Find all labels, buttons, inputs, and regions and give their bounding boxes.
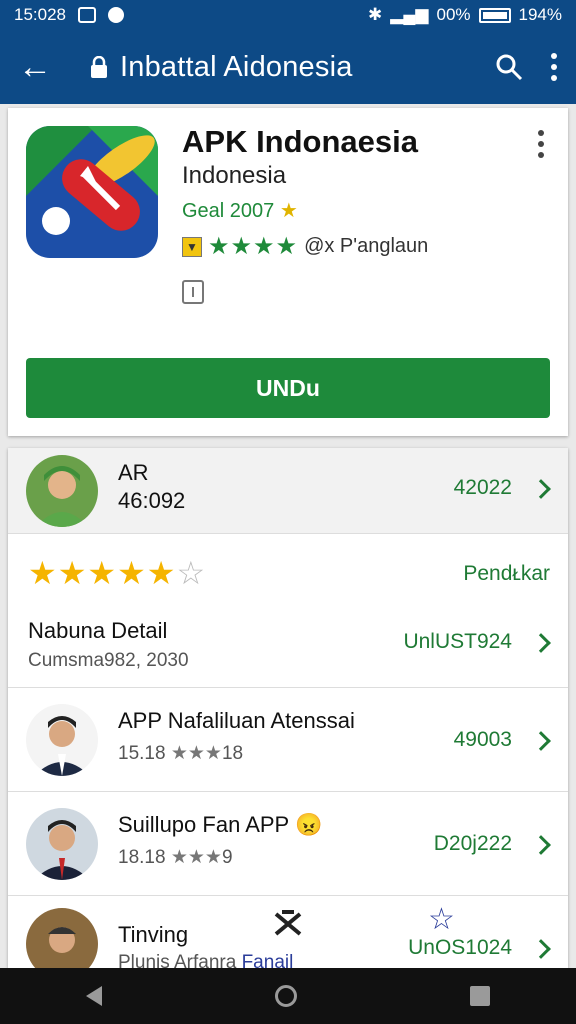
card-overflow-icon[interactable] bbox=[538, 130, 544, 158]
item-subtitle: Plunis Arfanra Fanail bbox=[118, 952, 294, 968]
item-subtitle: 15.18 ★★★18 bbox=[118, 743, 244, 764]
battery-text: 00% bbox=[436, 5, 471, 24]
chevron-right-icon bbox=[531, 479, 551, 499]
install-button[interactable]: UNDu bbox=[26, 358, 550, 418]
rating-title: Nabuna Detail bbox=[28, 618, 168, 643]
sync-icon bbox=[108, 7, 124, 23]
list-item[interactable]: Suillupo Fan APP 😠 18.18 ★★★9 D20j222 bbox=[8, 792, 568, 896]
item-value: D20j222 bbox=[433, 832, 512, 855]
system-nav-bar bbox=[0, 968, 576, 1024]
header-subtitle: 46:092 bbox=[118, 488, 186, 513]
nav-home-icon[interactable] bbox=[274, 985, 297, 1007]
search-icon[interactable] bbox=[494, 52, 524, 82]
nav-recents-icon[interactable] bbox=[469, 986, 490, 1006]
status-bar: 15:028 ✱ ▂▄▆ 00% 194% bbox=[0, 0, 576, 30]
back-arrow-icon[interactable]: ← bbox=[18, 50, 62, 84]
avatar bbox=[26, 808, 98, 880]
chevron-right-icon bbox=[531, 731, 551, 751]
item-title: Tinving bbox=[118, 922, 189, 947]
list-item[interactable]: Tinving ☆ Plunis Arfanra Fanail UnOS1024 bbox=[8, 896, 568, 968]
lock-icon bbox=[91, 56, 107, 78]
list-item[interactable]: APP Nafaliluan Atenssai 15.18 ★★★18 4900… bbox=[8, 688, 568, 792]
item-title: Suillupo Fan APP 😠 bbox=[118, 812, 323, 837]
rating-right-label: Pendᴌkar bbox=[463, 562, 550, 585]
chevron-right-icon bbox=[531, 939, 551, 959]
app-developer[interactable]: Indonesia bbox=[182, 162, 286, 190]
item-subtitle: 18.18 ★★★9 bbox=[118, 847, 233, 868]
rating-stars-large: ★★★★★☆ bbox=[28, 555, 207, 591]
bluetooth-icon: ✱ bbox=[368, 5, 383, 24]
brand-logo-icon bbox=[274, 910, 302, 936]
nav-back-icon[interactable] bbox=[86, 986, 103, 1006]
star-outline-icon: ☆ bbox=[428, 903, 455, 936]
star-badge-icon: ★ bbox=[279, 200, 298, 222]
rating-label: @x P'anglaun bbox=[304, 235, 429, 257]
app-rating: ▼ ★★★★ @x P'anglaun bbox=[182, 232, 428, 261]
item-value: UnOS1024 bbox=[408, 936, 512, 959]
rating-subtitle: Cumsma982, 2030 bbox=[28, 650, 189, 671]
avatar bbox=[26, 455, 98, 527]
message-icon bbox=[78, 7, 96, 23]
rating-value: UnlUST924 bbox=[403, 630, 512, 653]
battery-icon bbox=[478, 7, 511, 23]
chevron-right-icon bbox=[531, 835, 551, 855]
app-tag-text: Geal 2007 bbox=[182, 200, 275, 222]
app-logo-icon bbox=[26, 126, 158, 258]
battery-level: 194% bbox=[518, 5, 562, 24]
emoji-icon: 😠 bbox=[294, 812, 323, 837]
header-title: AR bbox=[118, 460, 149, 485]
chevron-right-icon bbox=[531, 633, 551, 653]
app-bar: ← Inbattal Aidonesia bbox=[0, 30, 576, 104]
app-name: APK Indonaesia bbox=[182, 124, 418, 159]
details-list: AR 46:092 42022 ★★★★★☆ Pendᴌkar Nabuna D… bbox=[8, 448, 568, 968]
overflow-menu-icon[interactable] bbox=[550, 53, 558, 81]
item-title: APP Nafaliluan Atenssai bbox=[118, 708, 355, 733]
avatar bbox=[26, 908, 98, 968]
content-rating-icon: ▼ bbox=[182, 236, 202, 257]
header-value: 42022 bbox=[453, 476, 512, 499]
app-header-card: APK Indonaesia Indonesia Geal 2007 ★ ▼ ★… bbox=[8, 108, 568, 436]
rating-stars: ★★★★ bbox=[208, 233, 299, 260]
item-value: 49003 bbox=[453, 728, 512, 751]
info-icon[interactable] bbox=[182, 280, 204, 304]
signal-icon: ▂▄▆ bbox=[390, 5, 429, 24]
avatar bbox=[26, 704, 98, 776]
clock: 15:028 bbox=[14, 5, 66, 24]
page-title: Inbattal Aidonesia bbox=[120, 50, 353, 83]
list-item-rating[interactable]: ★★★★★☆ Pendᴌkar Nabuna Detail Cumsma982,… bbox=[8, 534, 568, 688]
list-item-header[interactable]: AR 46:092 42022 bbox=[8, 448, 568, 534]
app-tag: Geal 2007 ★ bbox=[182, 198, 298, 223]
